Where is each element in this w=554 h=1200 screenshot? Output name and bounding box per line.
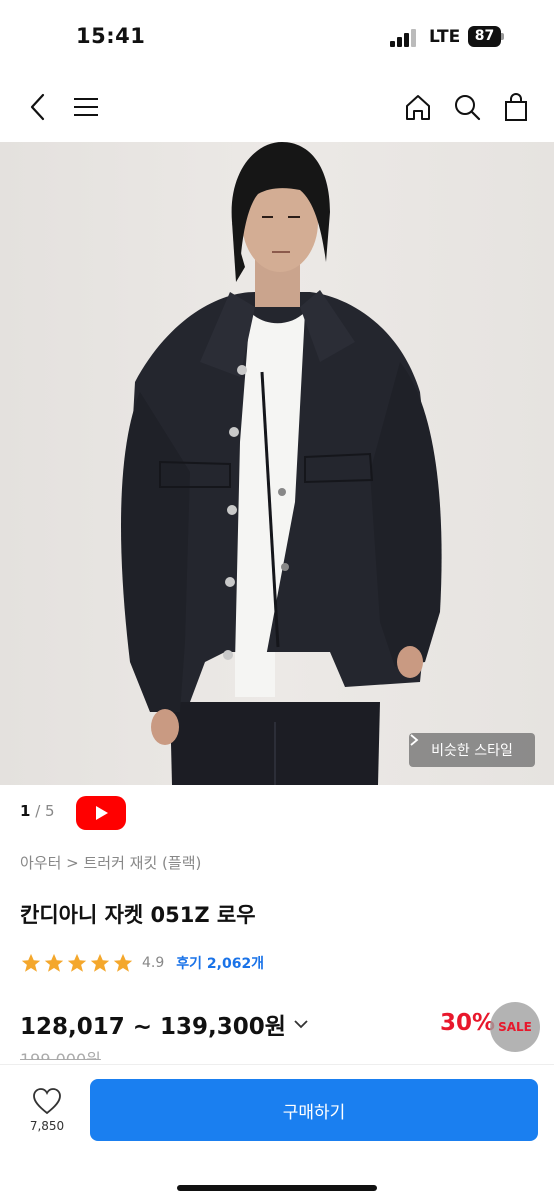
similar-style-label: 비슷한 스타일 (431, 743, 513, 759)
bottom-action-bar: 7,850 구매하기 (0, 1064, 554, 1200)
menu-icon[interactable] (68, 89, 104, 125)
star-icon (44, 953, 64, 972)
shopping-bag-icon[interactable] (498, 89, 534, 125)
star-icon (90, 953, 110, 972)
pager-total: 5 (45, 802, 55, 820)
heart-icon (33, 1088, 61, 1115)
product-image[interactable]: 비슷한 스타일 (0, 142, 554, 785)
original-price: 199,000원 (20, 1050, 101, 1060)
product-photo (120, 142, 442, 785)
review-count-link[interactable]: 후기 2,062개 (176, 953, 264, 973)
price: 128,017 ~ 139,300원 (20, 1014, 286, 1040)
star-icon (21, 953, 41, 972)
status-time: 15:41 (76, 24, 146, 48)
breadcrumb[interactable]: 아우터 > 트러커 재킷 (플랙) (20, 852, 201, 873)
back-icon[interactable] (20, 89, 56, 125)
pager-current: 1 (20, 802, 31, 820)
buy-button[interactable]: 구매하기 (90, 1079, 538, 1141)
discount-rate: 30% (440, 1010, 496, 1036)
search-icon[interactable] (449, 89, 485, 125)
image-pager: 1 / 5 (20, 802, 55, 820)
price-row[interactable]: 128,017 ~ 139,300원 (20, 1008, 310, 1040)
like-count: 7,850 (29, 1119, 65, 1133)
home-indicator (177, 1185, 377, 1191)
star-icon (67, 953, 87, 972)
pager-separator: / (30, 802, 46, 820)
chevron-right-icon (410, 734, 419, 746)
youtube-button[interactable] (76, 796, 126, 830)
network-type: LTE (429, 27, 461, 47)
rating-stars (20, 952, 134, 974)
play-icon (96, 806, 108, 820)
battery-level: 87 (468, 26, 501, 47)
similar-style-button[interactable]: 비슷한 스타일 (409, 733, 535, 767)
signal-icon (390, 29, 416, 47)
rating-row: 4.9 후기 2,062개 (20, 951, 264, 975)
product-title: 칸디아니 자켓 051Z 로우 (20, 903, 256, 927)
battery-icon: 87 (468, 26, 504, 47)
home-icon[interactable] (400, 89, 436, 125)
star-icon (113, 953, 133, 972)
sale-badge[interactable]: SALE (490, 1002, 540, 1052)
status-bar: 15:41 LTE 87 (0, 0, 554, 72)
rating-value: 4.9 (142, 955, 165, 971)
like-button[interactable]: 7,850 (16, 1087, 78, 1147)
chevron-down-icon[interactable] (292, 1015, 310, 1033)
nav-bar (0, 72, 554, 142)
